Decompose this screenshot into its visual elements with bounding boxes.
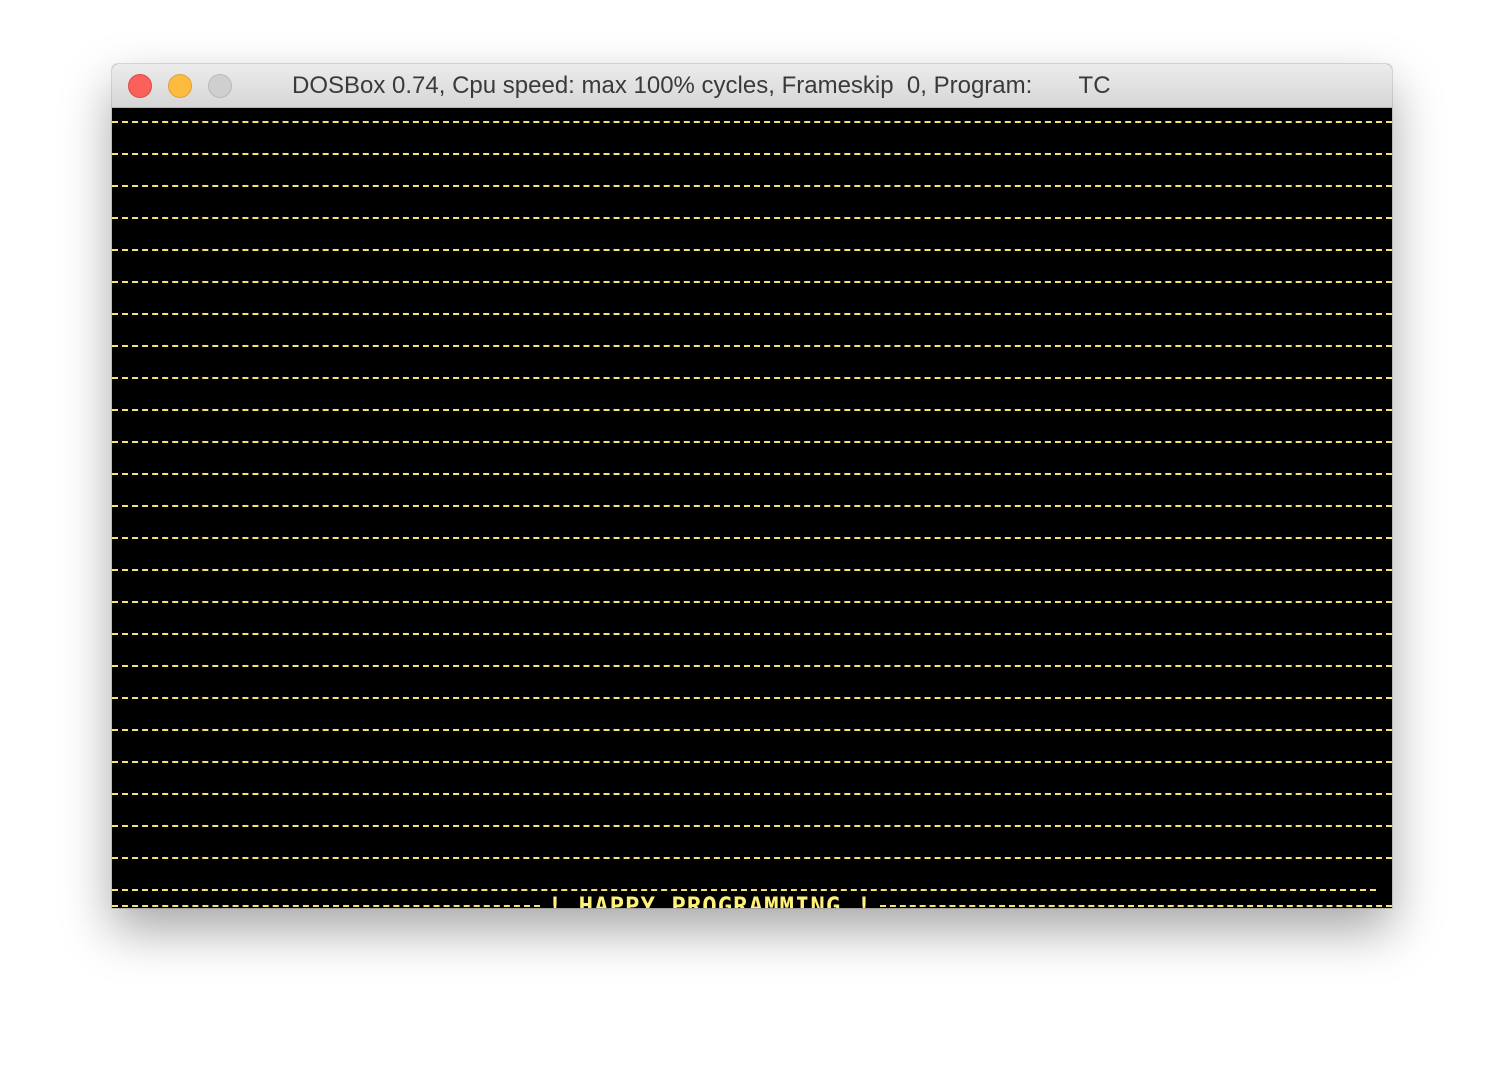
dash-line: [112, 601, 1392, 603]
dash-line: [112, 505, 1392, 507]
dash-line: [112, 377, 1392, 379]
dash-line: [112, 313, 1392, 315]
dash-line: [112, 889, 1376, 891]
dash-line: [112, 537, 1392, 539]
dash-line: [112, 281, 1392, 283]
zoom-button[interactable]: [208, 74, 232, 98]
dash-line: [112, 793, 1392, 795]
dash-line: [112, 185, 1392, 187]
dash-line: [112, 217, 1392, 219]
banner-row: ! HAPPY PROGRAMMING !: [112, 890, 1392, 908]
dash-line: [112, 345, 1392, 347]
dash-line: [112, 665, 1392, 667]
dash-line: [112, 409, 1392, 411]
close-button[interactable]: [128, 74, 152, 98]
window-title: DOSBox 0.74, Cpu speed: max 100% cycles,…: [292, 72, 1111, 99]
title-bar[interactable]: DOSBox 0.74, Cpu speed: max 100% cycles,…: [112, 64, 1392, 108]
dash-line: [112, 121, 1392, 123]
dash-line: [112, 697, 1392, 699]
dash-line: [112, 569, 1392, 571]
dash-line: [112, 761, 1392, 763]
dash-line: [112, 441, 1392, 443]
dos-screen[interactable]: ! HAPPY PROGRAMMING !: [112, 108, 1392, 908]
dosbox-window: DOSBox 0.74, Cpu speed: max 100% cycles,…: [112, 64, 1392, 908]
banner-dash-left: [112, 905, 540, 907]
dash-line: [112, 857, 1392, 859]
dash-line: [112, 153, 1392, 155]
minimize-button[interactable]: [168, 74, 192, 98]
dash-line: [112, 473, 1392, 475]
banner-text: ! HAPPY PROGRAMMING !: [547, 892, 873, 908]
dash-line: [112, 633, 1392, 635]
banner-dash-right: [880, 905, 1392, 907]
dash-line: [112, 825, 1392, 827]
dash-line: [112, 729, 1392, 731]
dash-line: [112, 249, 1392, 251]
